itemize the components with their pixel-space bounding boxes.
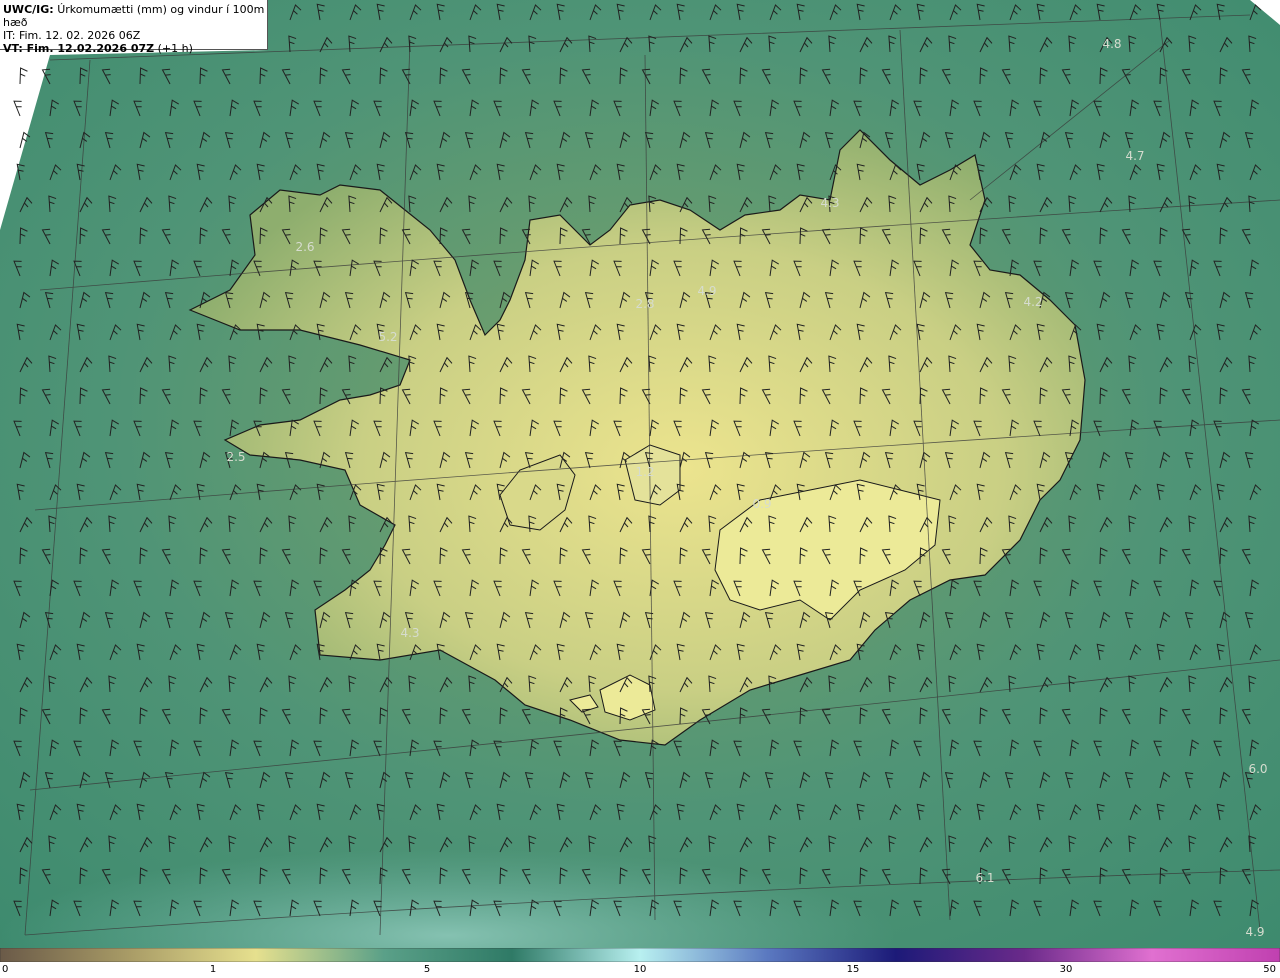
map-value-label: 4.7 [1125, 149, 1144, 163]
map-info-box: UWC/IG: Úrkomumætti (mm) og vindur í 100… [0, 0, 268, 55]
map-value-label: 5.2 [378, 330, 397, 344]
map-value-label: 4.9 [697, 284, 716, 298]
colorbar-tick-label: 15 [846, 964, 860, 975]
map-value-label: 1.2 [635, 465, 654, 479]
map-value-label: 4.3 [400, 626, 419, 640]
colorbar-ticks: 0 1 5 10 15 30 50 [0, 962, 1280, 978]
valid-time: VT: Fim. 12.02.2026 07Z [3, 42, 155, 55]
colorbar-tick-label: 50 [1263, 964, 1276, 975]
map-value-label: 6.1 [975, 871, 994, 885]
colorbar-tick-label: 10 [633, 964, 647, 975]
valid-offset: (+1 h) [157, 42, 193, 55]
map-value-label: 4.3 [820, 196, 839, 210]
map-viewer: 4.8 4.7 4.3 2.6 5.2 2.8 4.9 4.2 2.5 1.2 0.9 4.3 6.0 6… [0, 0, 1280, 978]
map-value-label: 0.9 [752, 497, 771, 511]
map-value-label: 2.5 [226, 450, 245, 464]
map-value-label: 4.8 [1102, 37, 1121, 51]
precipitation-map[interactable]: 4.8 4.7 4.3 2.6 5.2 2.8 4.9 4.2 2.5 1.2 0.9 4.3 6.0 6… [0, 0, 1280, 948]
map-value-label: 4.2 [1023, 295, 1042, 309]
product-code: UWC/IG: [3, 3, 54, 16]
map-value-label: 2.8 [635, 297, 654, 311]
initial-time: IT: Fim. 12. 02. 2026 06Z [3, 29, 141, 42]
colorbar-tick-label: 30 [1059, 964, 1073, 975]
map-value-label: 4.9 [1245, 925, 1264, 939]
colorbar-tick-label: 1 [209, 964, 217, 975]
colorbar [0, 948, 1280, 962]
map-value-label: 6.0 [1248, 762, 1267, 776]
colorbar-tick-label: 0 [2, 964, 9, 975]
colorbar-tick-label: 5 [423, 964, 431, 975]
map-value-label: 2.6 [295, 240, 314, 254]
